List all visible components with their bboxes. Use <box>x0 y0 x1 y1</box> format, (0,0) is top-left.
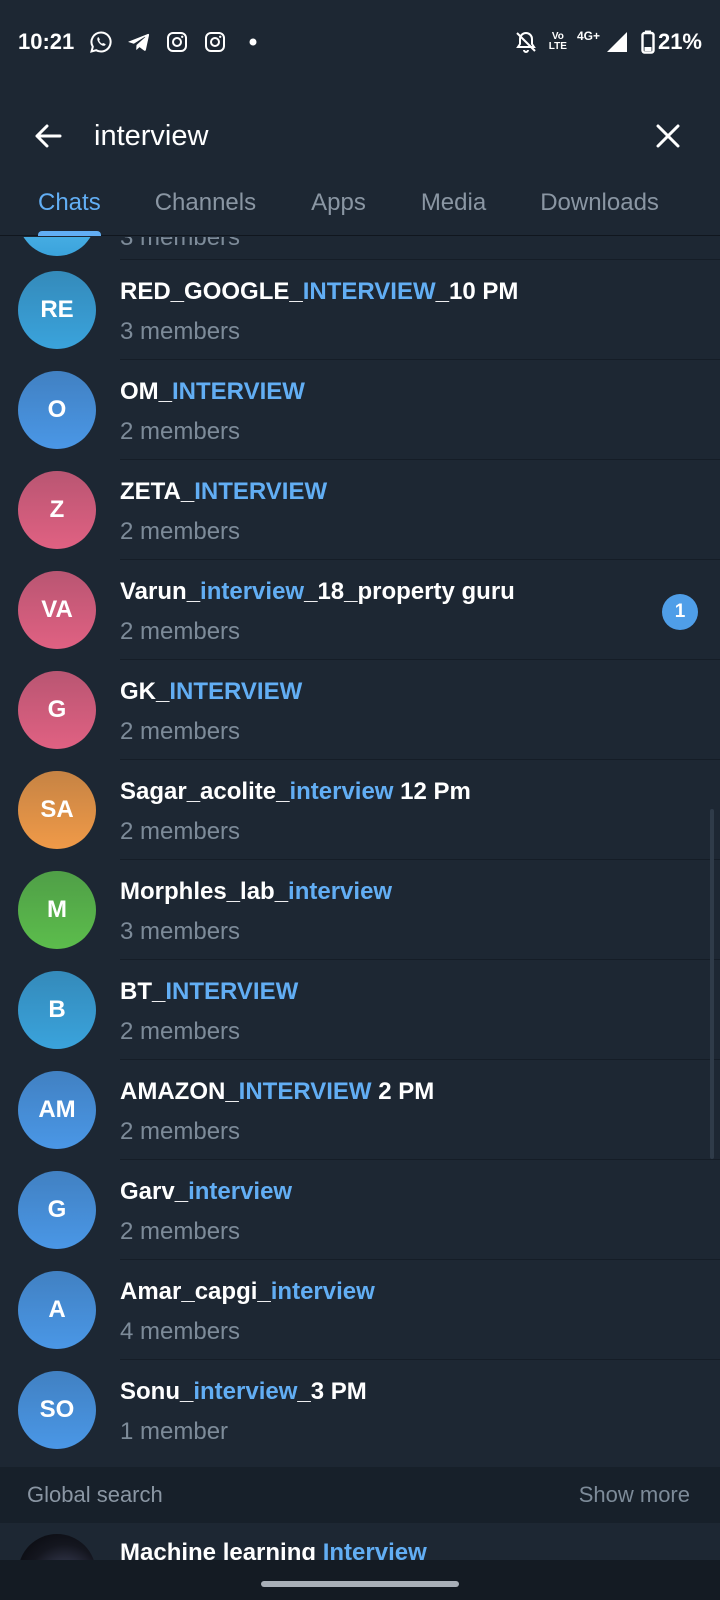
chat-subtitle: 3 members <box>120 237 241 251</box>
chat-row[interactable]: SA Sagar_acolite_interview 12 Pm 2 members <box>0 760 720 860</box>
battery-icon <box>640 29 656 55</box>
chat-row[interactable]: VA Varun_interview_18_property guru 2 memb… <box>0 560 720 660</box>
chat-title: Morphles_lab_interview <box>120 878 393 905</box>
chat-subtitle: 3 members <box>120 918 241 945</box>
search-input[interactable] <box>94 108 640 164</box>
chat-subtitle: 2 members <box>120 1218 241 1245</box>
chat-subtitle: 2 members <box>120 1118 241 1145</box>
search-highlight: interview <box>193 1378 298 1405</box>
chat-row[interactable]: G GK_INTERVIEW 2 members <box>0 660 720 760</box>
avatar: A <box>18 1271 96 1349</box>
search-highlight: interview <box>200 578 305 605</box>
avatar: O <box>18 371 96 449</box>
chat-row[interactable]: RE RED_GOOGLE_INTERVIEW_10 PM 3 members <box>0 260 720 360</box>
search-highlight: INTERVIEW <box>194 478 328 505</box>
search-highlight: INTERVIEW <box>172 378 305 405</box>
search-highlight: INTERVIEW <box>169 678 303 705</box>
chat-subtitle: 4 members <box>120 1318 241 1345</box>
search-highlight: INTERVIEW <box>238 1078 372 1105</box>
chat-subtitle: 2 members <box>120 418 241 445</box>
search-highlight: INTERVIEW <box>302 278 436 305</box>
avatar: M <box>18 871 96 949</box>
chat-title: RED_GOOGLE_INTERVIEW_10 PM <box>120 278 519 305</box>
chat-row[interactable]: O OM_INTERVIEW 2 members <box>0 360 720 460</box>
chat-subtitle: 2 members <box>120 518 241 545</box>
chat-title: Garv_interview <box>120 1178 293 1205</box>
chat-results-list[interactable]: 3 members RE RED_GOOGLE_INTERVIEW_10 PM 3 … <box>0 237 720 1467</box>
chat-title: Sonu_interview_3 PM <box>120 1378 367 1405</box>
chat-row[interactable]: B BT_INTERVIEW 2 members <box>0 960 720 1060</box>
chat-subtitle: 2 members <box>120 1018 241 1045</box>
search-highlight: INTERVIEW <box>165 978 299 1005</box>
network-type: 4G+ <box>576 29 600 43</box>
unread-badge: 1 <box>662 594 698 630</box>
volte-icon: Vo LTE <box>548 31 567 52</box>
avatar: RE <box>18 271 96 349</box>
chat-subtitle: 2 members <box>120 818 241 845</box>
status-bar: 10:21 Vo LTE 4G+ 21% <box>0 0 720 84</box>
arrow-left-icon <box>35 124 62 148</box>
chat-title: BT_INTERVIEW <box>120 978 299 1005</box>
chat-row[interactable]: G Garv_interview 2 members <box>0 1160 720 1260</box>
clear-search-button[interactable] <box>640 108 696 164</box>
chat-subtitle: 2 members <box>120 618 241 645</box>
avatar: B <box>18 971 96 1049</box>
whatsapp-icon <box>88 29 114 55</box>
avatar: G <box>18 671 96 749</box>
tab-channels[interactable]: Channels <box>155 170 256 236</box>
tab-apps[interactable]: Apps <box>311 170 366 236</box>
tab-downloads[interactable]: Downloads <box>540 170 659 236</box>
avatar: SO <box>18 1371 96 1449</box>
telegram-icon <box>126 29 152 55</box>
chat-row[interactable]: Z ZETA_INTERVIEW 2 members <box>0 460 720 560</box>
chat-row[interactable]: A Amar_capgi_interview 4 members <box>0 1260 720 1360</box>
chat-subtitle: 1 member <box>120 1418 229 1445</box>
back-button[interactable] <box>20 108 76 164</box>
close-icon <box>656 124 680 148</box>
chat-title: AMAZON_INTERVIEW 2 PM <box>120 1078 435 1105</box>
bell-off-icon <box>513 29 539 55</box>
global-search-header: Global search Show more <box>0 1467 720 1523</box>
avatar: Z <box>18 471 96 549</box>
tab-chats[interactable]: Chats <box>38 170 101 236</box>
search-highlight: interview <box>270 1278 375 1305</box>
global-search-title: Global search <box>27 1482 163 1507</box>
chat-row[interactable]: M Morphles_lab_interview 3 members <box>0 860 720 960</box>
chat-title: ZETA_INTERVIEW <box>120 478 328 505</box>
navigation-bar <box>0 1560 720 1600</box>
signal-icon <box>604 29 630 55</box>
status-time: 10:21 <box>18 29 75 54</box>
avatar: VA <box>18 571 96 649</box>
avatar: G <box>18 1171 96 1249</box>
show-more-button[interactable]: Show more <box>579 1482 690 1508</box>
instagram-icon <box>202 29 228 55</box>
search-highlight: interview <box>188 1178 293 1205</box>
chat-row[interactable]: AM AMAZON_INTERVIEW 2 PM 2 members <box>0 1060 720 1160</box>
instagram-icon <box>164 29 190 55</box>
avatar: AM <box>18 1071 96 1149</box>
chat-title: Varun_interview_18_property guru <box>120 578 515 605</box>
chat-title: GK_INTERVIEW <box>120 678 303 705</box>
battery-level: 21% <box>657 29 702 54</box>
avatar <box>18 237 96 256</box>
chat-row[interactable]: SO Sonu_interview_3 PM 1 member <box>0 1360 720 1460</box>
chat-title: Sagar_acolite_interview 12 Pm <box>120 778 471 805</box>
chat-row-partial[interactable]: 3 members <box>0 237 720 260</box>
avatar: SA <box>18 771 96 849</box>
chat-subtitle: 2 members <box>120 718 241 745</box>
chat-subtitle: 3 members <box>120 318 241 345</box>
notification-dot-icon <box>240 29 266 55</box>
search-highlight: interview <box>289 778 394 805</box>
scrollbar-thumb[interactable] <box>710 809 714 1159</box>
search-tabs: Chats Channels Apps Media Downloads <box>0 170 720 236</box>
search-highlight: interview <box>288 878 393 905</box>
chat-title: Amar_capgi_interview <box>120 1278 375 1305</box>
home-gesture-handle[interactable] <box>261 1581 459 1587</box>
chat-title: OM_INTERVIEW <box>120 378 305 405</box>
tab-media[interactable]: Media <box>421 170 486 236</box>
